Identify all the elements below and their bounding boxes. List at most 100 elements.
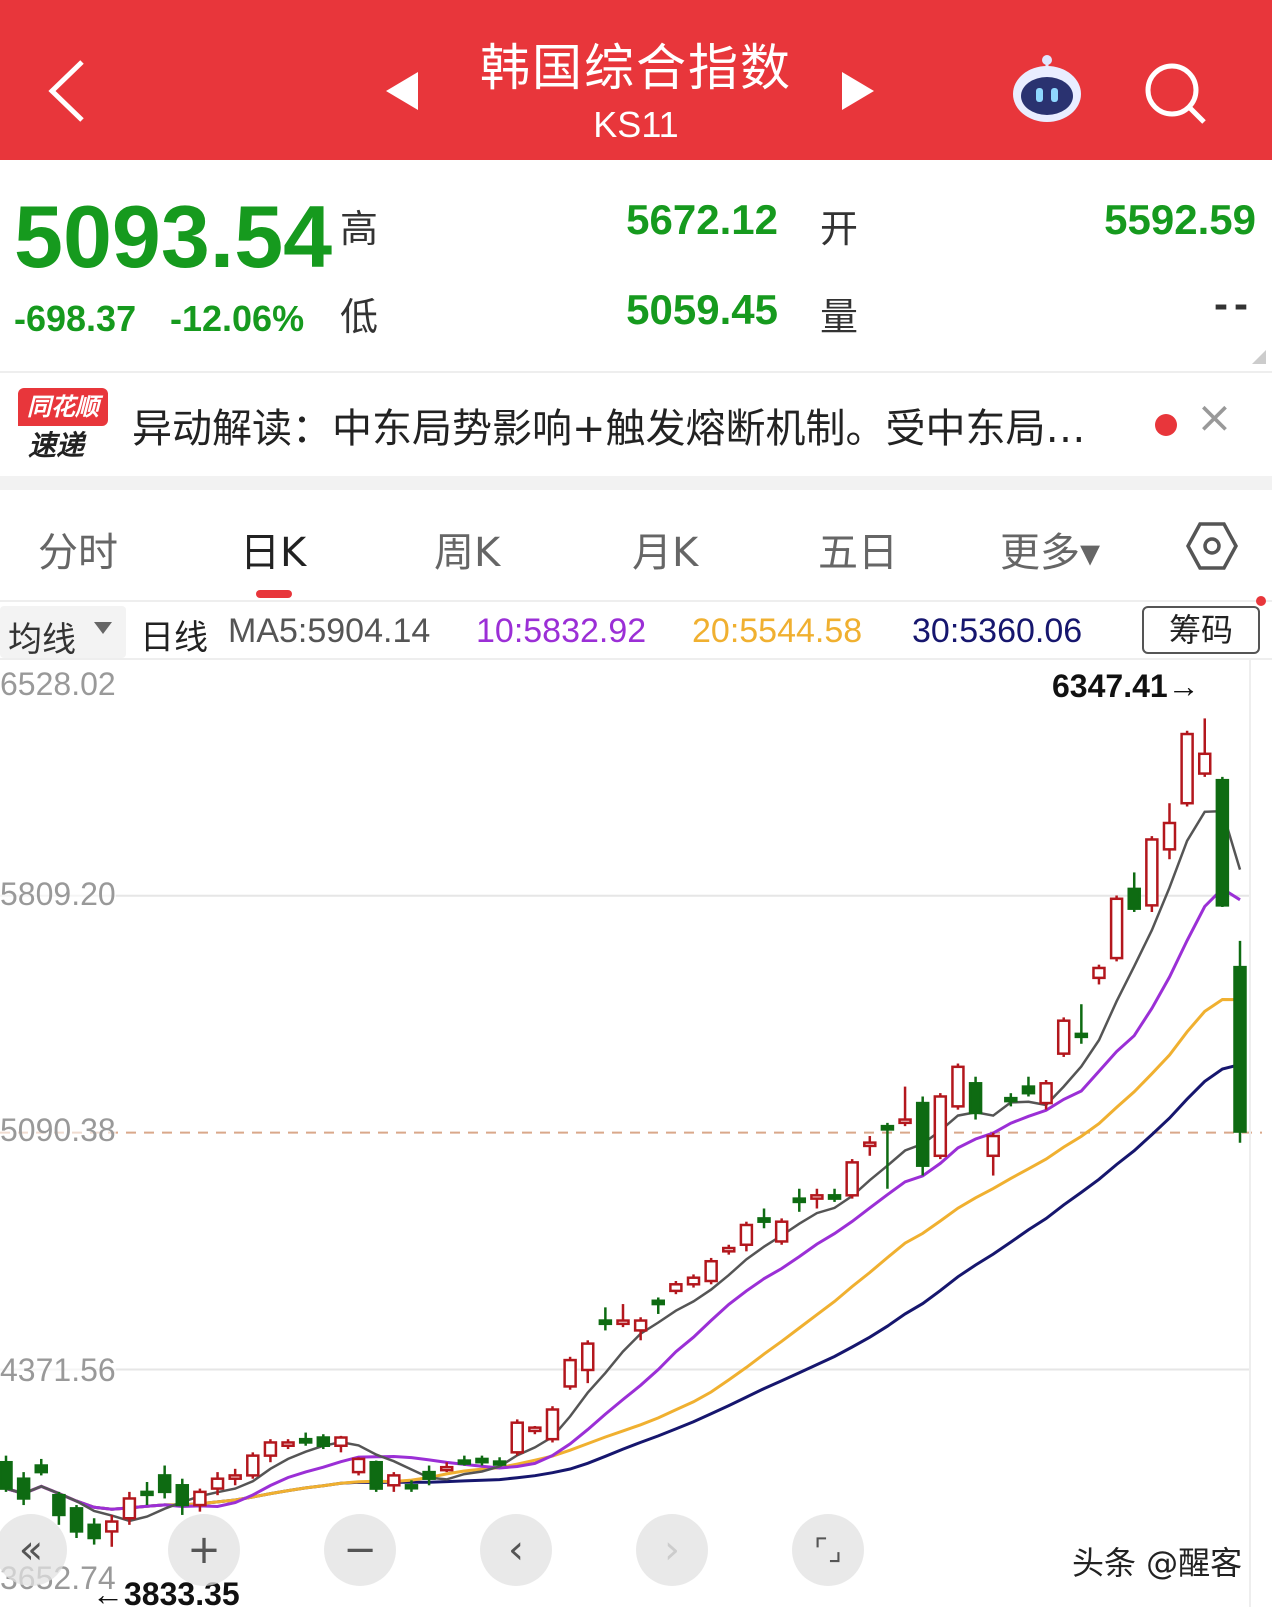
ma-selector-label: 均线 xyxy=(8,620,76,660)
zoom-in-button[interactable]: + xyxy=(168,1514,240,1586)
candle-up xyxy=(1056,1019,1071,1055)
max-price-annotation: 6347.41→ xyxy=(1052,668,1200,704)
ma20-value: 20:5544.58 xyxy=(692,612,863,650)
candle-up xyxy=(510,1421,524,1454)
caret-down-icon xyxy=(94,622,112,634)
candle-down xyxy=(157,1474,172,1494)
search-icon xyxy=(1145,63,1206,124)
candle-down xyxy=(915,1101,930,1167)
candle-up xyxy=(228,1474,242,1480)
kline-chart[interactable]: 6528.02 5809.20 5090.38 4371.56 3652.74 … xyxy=(0,660,1272,1612)
candle-down xyxy=(457,1459,472,1465)
candle-down xyxy=(140,1490,154,1497)
y-tick-label: 6528.02 xyxy=(0,666,116,703)
candle-down xyxy=(475,1457,489,1464)
candle-up xyxy=(774,1220,789,1243)
candle-down xyxy=(404,1484,419,1490)
kline-chart-svg xyxy=(0,660,1262,1607)
candle-up xyxy=(1197,752,1212,775)
candle-up xyxy=(1109,897,1124,960)
candle-down xyxy=(1074,1032,1089,1039)
ma5-line xyxy=(5,809,1242,1523)
ma5-value: MA5:5904.14 xyxy=(228,612,431,650)
candle-down xyxy=(598,1319,613,1326)
expand-corner-icon[interactable] xyxy=(1252,350,1266,364)
candle-up xyxy=(528,1426,542,1433)
candle-up xyxy=(1092,966,1106,980)
fullscreen-button[interactable]: ⌜⌟ xyxy=(792,1514,864,1586)
news-banner[interactable]: 同花顺 速递 异动解读：中东局势影响+触发熔断机制。受中东局… × xyxy=(0,378,1272,476)
candle-down xyxy=(827,1194,842,1200)
candle-down xyxy=(651,1299,666,1306)
high-value: 5672.12 xyxy=(626,196,778,243)
ma30-value: 30:5360.06 xyxy=(912,612,1083,650)
section-separator xyxy=(0,476,1272,490)
tab-intraday[interactable]: 分时 xyxy=(38,520,118,578)
candle-down xyxy=(52,1493,66,1517)
candle-up xyxy=(545,1408,560,1441)
candle-down xyxy=(34,1464,49,1474)
news-text: 异动解读：中东局势影响+触发熔断机制。受中东局… xyxy=(132,406,1086,452)
zoom-out-button[interactable]: − xyxy=(324,1514,396,1586)
logo-top: 同花顺 xyxy=(18,388,108,426)
tab-daily-k[interactable]: 日K xyxy=(240,520,306,578)
ma20-line xyxy=(5,997,1241,1511)
high-label: 高 xyxy=(340,207,379,251)
tab-weekly-k[interactable]: 周K xyxy=(434,520,500,578)
candle-up xyxy=(739,1223,754,1247)
candle-up xyxy=(1145,838,1159,907)
candle-down xyxy=(16,1477,31,1500)
search-button[interactable] xyxy=(1144,62,1208,130)
candle-up xyxy=(263,1441,278,1457)
candle-up xyxy=(986,1134,1000,1158)
tab-more[interactable]: 更多▾ xyxy=(1000,520,1100,578)
candle-down xyxy=(0,1460,13,1490)
robot-assistant-button[interactable] xyxy=(1010,52,1084,128)
candle-down xyxy=(422,1470,436,1480)
settings-hexagon-icon xyxy=(1186,522,1238,570)
notification-dot-icon xyxy=(1256,596,1266,606)
divider xyxy=(0,371,1272,373)
candle-up xyxy=(439,1465,454,1472)
candle-up xyxy=(951,1065,965,1108)
triangle-right-icon xyxy=(842,72,874,110)
candle-up xyxy=(898,1118,912,1125)
scroll-left-button[interactable]: ‹ xyxy=(480,1514,552,1586)
ma-selector-dropdown[interactable]: 均线 xyxy=(0,606,126,660)
candle-up xyxy=(933,1095,948,1158)
candle-up xyxy=(669,1283,683,1293)
candle-up xyxy=(616,1319,630,1326)
candle-up xyxy=(210,1477,225,1490)
scroll-right-button[interactable]: › xyxy=(636,1514,708,1586)
last-price: 5093.54 xyxy=(14,187,333,286)
candle-down xyxy=(757,1217,771,1223)
close-news-button[interactable]: × xyxy=(1196,392,1233,443)
y-tick-label: 5090.38 xyxy=(0,1112,116,1149)
candle-up xyxy=(351,1457,366,1474)
candle-down xyxy=(968,1082,983,1115)
logo-bottom: 速递 xyxy=(28,429,85,462)
y-tick-label: 5809.20 xyxy=(0,876,116,913)
candle-up xyxy=(563,1358,577,1388)
active-tab-indicator xyxy=(256,590,292,598)
open-label: 开 xyxy=(820,207,859,251)
tab-five-day[interactable]: 五日 xyxy=(818,520,898,578)
chips-button[interactable]: 筹码 xyxy=(1142,606,1260,654)
candle-up xyxy=(863,1141,877,1148)
candle-up xyxy=(633,1319,648,1332)
y-tick-label: 4371.56 xyxy=(0,1352,116,1389)
volume-value: -- xyxy=(1214,280,1254,327)
ma-indicator-bar: 均线 日线 MA5:5904.14 10:5832.92 20:5544.58 … xyxy=(0,596,1272,660)
low-value: 5059.45 xyxy=(626,286,778,333)
candle-down xyxy=(1127,887,1141,910)
candle-up xyxy=(1162,821,1177,851)
candle-down xyxy=(1233,965,1247,1133)
chart-settings-button[interactable] xyxy=(1186,522,1238,574)
ma30-line xyxy=(5,1063,1241,1511)
candle-down xyxy=(792,1197,807,1204)
ma10-line xyxy=(5,886,1241,1511)
tab-monthly-k[interactable]: 月K xyxy=(632,520,698,578)
next-index-button[interactable] xyxy=(840,70,876,116)
period-label: 日线 xyxy=(140,618,208,658)
candle-up xyxy=(704,1259,718,1283)
